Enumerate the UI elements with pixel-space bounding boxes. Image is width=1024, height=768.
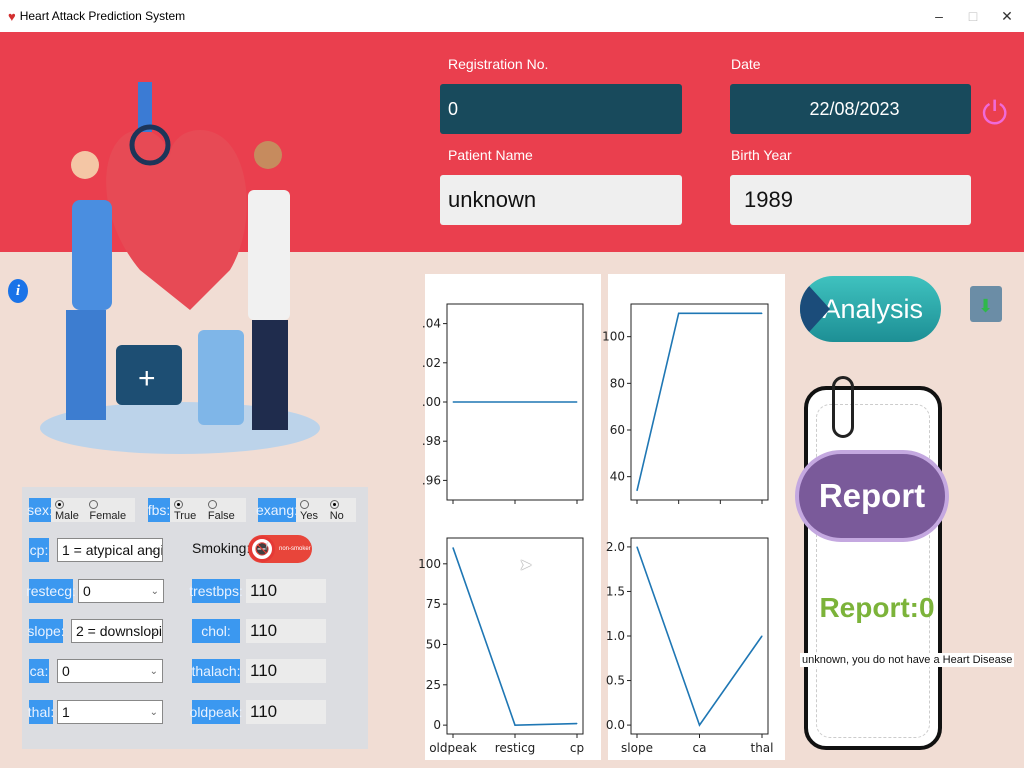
y-tick-label: 75 bbox=[426, 597, 441, 611]
chart-0: .96 .98 .00 .02 .04 bbox=[422, 303, 584, 504]
y-tick-label: 25 bbox=[426, 678, 441, 692]
y-tick-label: 100 bbox=[602, 330, 625, 344]
y-tick-label: 1.5 bbox=[606, 584, 625, 598]
plot-frame bbox=[630, 303, 769, 501]
y-tick-label: 80 bbox=[610, 376, 625, 390]
report-button[interactable]: Report bbox=[795, 450, 949, 542]
y-tick-label: 50 bbox=[426, 637, 441, 651]
plot-frame bbox=[446, 537, 584, 735]
plot-frame bbox=[630, 537, 769, 735]
y-tick-label: .00 bbox=[422, 395, 441, 409]
y-tick-label: .04 bbox=[422, 317, 441, 331]
x-tick-label: thal bbox=[751, 741, 774, 755]
y-tick-label: 40 bbox=[610, 470, 625, 484]
x-tick-label: slope bbox=[621, 741, 653, 755]
y-tick-label: 0.5 bbox=[606, 674, 625, 688]
x-tick-label: oldpeak bbox=[429, 741, 477, 755]
y-tick-label: 0 bbox=[433, 718, 441, 732]
chart-3: 0.0 0.5 1.0 1.5 2.0 slope ca thal bbox=[606, 537, 774, 755]
series-line bbox=[636, 546, 763, 727]
series-line bbox=[636, 312, 762, 491]
y-tick-label: .02 bbox=[422, 356, 441, 370]
y-tick-label: 2.0 bbox=[606, 540, 625, 554]
y-tick-label: .96 bbox=[422, 473, 441, 487]
paperclip-icon bbox=[832, 376, 854, 438]
analysis-button[interactable]: Analysis bbox=[800, 276, 941, 342]
triangle-icon bbox=[800, 276, 830, 342]
x-tick-label: ca bbox=[693, 741, 707, 755]
y-tick-label: 0.0 bbox=[606, 718, 625, 732]
chart-1: 40 60 80 100 bbox=[602, 303, 769, 504]
y-tick-label: 1.0 bbox=[606, 629, 625, 643]
download-archive-icon[interactable] bbox=[970, 286, 1002, 322]
x-tick-label: cp bbox=[570, 741, 584, 755]
x-tick-label: resticg bbox=[495, 741, 536, 755]
report-result: Report:0 bbox=[819, 592, 935, 623]
series-line bbox=[452, 547, 578, 726]
chart-2: 0 25 50 75 100 oldpeak resticg cp bbox=[418, 537, 584, 755]
report-clipboard bbox=[804, 386, 942, 750]
y-tick-label: .98 bbox=[422, 434, 441, 448]
report-message: unknown, you do not have a Heart Disease bbox=[800, 653, 1015, 667]
y-tick-label: 60 bbox=[610, 423, 625, 437]
y-tick-label: 100 bbox=[418, 557, 441, 571]
mouse-cursor-icon: ➤ bbox=[519, 557, 533, 574]
